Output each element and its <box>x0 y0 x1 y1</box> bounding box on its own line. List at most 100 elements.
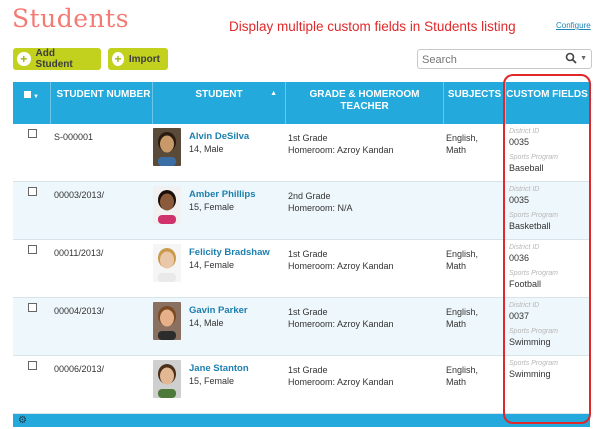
student-details: Felicity Bradshaw 14, Female <box>189 244 270 297</box>
student-photo[interactable] <box>153 186 181 224</box>
student-details: Alvin DeSilva 14, Male <box>189 128 249 181</box>
row-select-cell <box>13 182 51 239</box>
table-row[interactable]: 00006/2013/Jane Stanton 15, Female 1st Gra… <box>13 356 590 414</box>
custom-field-value: Basketball <box>509 221 551 231</box>
custom-field-label: District ID <box>509 302 540 309</box>
table-header: ▼ STUDENT NUMBER STUDENT ▲ GRADE & HOMER… <box>13 82 590 124</box>
subject-item: Math <box>446 145 467 155</box>
header-subjects[interactable]: SUBJECTS <box>444 82 506 124</box>
student-number: S-000001 <box>54 132 94 142</box>
student-photo[interactable] <box>153 360 181 398</box>
student-photo[interactable] <box>153 128 181 166</box>
select-all-checkbox[interactable] <box>24 91 32 98</box>
configure-link[interactable]: Configure <box>556 21 591 30</box>
student-number: 00011/2013/ <box>54 248 104 258</box>
subjects-cell: English, Math <box>444 240 506 297</box>
custom-field-label: Sports Program <box>509 154 559 161</box>
grade-text: 1st Grade <box>288 307 328 317</box>
add-student-label: Add Student <box>35 48 73 70</box>
search-input[interactable] <box>418 51 552 69</box>
subject-item: English, <box>446 307 479 317</box>
custom-field-value: Swimming <box>509 369 551 379</box>
custom-field-value: 0036 <box>509 253 530 263</box>
row-checkbox[interactable] <box>27 245 37 254</box>
row-select-cell <box>13 298 51 355</box>
search-box[interactable]: ▼ <box>417 49 592 69</box>
header-student-label: STUDENT <box>195 89 243 100</box>
page-title: Students <box>12 4 130 33</box>
search-dropdown-icon[interactable]: ▼ <box>580 55 587 62</box>
custom-field-label: Sports Program <box>509 328 559 335</box>
custom-field-label: Sports Program <box>509 270 559 277</box>
student-age-gender: 14, Male <box>189 144 224 154</box>
plus-icon: + <box>112 52 124 66</box>
homeroom-text: Homeroom: Azroy Kandan <box>288 319 394 329</box>
table-body: S-000001 Alvin DeSilva 14, Male 1st Grade Ho… <box>13 124 590 414</box>
student-name-link[interactable]: Felicity Bradshaw <box>189 247 270 258</box>
student-cell: Felicity Bradshaw 14, Female <box>153 240 286 297</box>
student-number: 00006/2013/ <box>54 364 105 374</box>
custom-field-value: Baseball <box>509 163 544 173</box>
row-checkbox[interactable] <box>27 187 37 196</box>
grade-cell: 1st Grade Homeroom: Azroy Kandan <box>286 240 444 297</box>
grade-text: 1st Grade <box>288 365 328 375</box>
subject-item: Math <box>446 261 467 271</box>
add-student-button[interactable]: + Add Student <box>13 48 101 70</box>
custom-fields-cell: District ID 0035 Sports Program Basketball <box>506 182 588 239</box>
student-age-gender: 15, Female <box>189 202 235 212</box>
search-icon[interactable] <box>565 52 577 64</box>
grade-text: 1st Grade <box>288 133 328 143</box>
student-cell: Jane Stanton 15, Female <box>153 356 286 413</box>
import-button[interactable]: + Import <box>108 48 168 70</box>
select-all-header[interactable]: ▼ <box>13 82 51 124</box>
table-row[interactable]: 00004/2013/Gavin Parker 14, Male 1st Grade… <box>13 298 590 356</box>
student-cell: Alvin DeSilva 14, Male <box>153 124 286 181</box>
custom-field-label: District ID <box>509 128 540 135</box>
student-age-gender: 15, Female <box>189 376 235 386</box>
grade-text: 2nd Grade <box>288 191 331 201</box>
select-menu-caret-icon[interactable]: ▼ <box>33 91 39 103</box>
custom-field-label: Sports Program <box>509 360 559 367</box>
table-row[interactable]: 00011/2013/Felicity Bradshaw 14, Female 1s… <box>13 240 590 298</box>
row-checkbox[interactable] <box>27 129 37 138</box>
sort-asc-icon[interactable]: ▲ <box>270 88 277 100</box>
custom-fields-cell: District ID 0036 Sports Program Football <box>506 240 588 297</box>
custom-field-value: 0037 <box>509 311 530 321</box>
row-checkbox[interactable] <box>27 303 37 312</box>
custom-field-value: 0035 <box>509 195 530 205</box>
plus-icon: + <box>17 52 31 66</box>
custom-field-label: Sports Program <box>509 212 559 219</box>
homeroom-text: Homeroom: Azroy Kandan <box>288 261 394 271</box>
subject-item: Math <box>446 319 467 329</box>
grade-text: 1st Grade <box>288 249 328 259</box>
grade-cell: 1st Grade Homeroom: Azroy Kandan <box>286 298 444 355</box>
custom-field-value: 0035 <box>509 137 530 147</box>
homeroom-text: Homeroom: Azroy Kandan <box>288 145 394 155</box>
subjects-cell <box>444 182 506 239</box>
gear-icon[interactable]: ⚙ <box>18 415 27 426</box>
header-student-number[interactable]: STUDENT NUMBER <box>51 82 153 124</box>
student-name-link[interactable]: Gavin Parker <box>189 305 248 316</box>
grade-cell: 2nd Grade Homeroom: N/A <box>286 182 444 239</box>
student-name-link[interactable]: Jane Stanton <box>189 363 249 374</box>
import-label: Import <box>128 53 160 65</box>
row-select-cell <box>13 124 51 181</box>
student-photo[interactable] <box>153 302 181 340</box>
row-select-cell <box>13 240 51 297</box>
student-number: 00004/2013/ <box>54 306 105 316</box>
header-student[interactable]: STUDENT ▲ <box>153 82 286 124</box>
student-details: Amber Phillips 15, Female <box>189 186 256 239</box>
student-photo[interactable] <box>153 244 181 282</box>
subject-item: English, <box>446 249 479 259</box>
student-name-link[interactable]: Alvin DeSilva <box>189 131 249 142</box>
student-cell: Amber Phillips 15, Female <box>153 182 286 239</box>
student-name-link[interactable]: Amber Phillips <box>189 189 256 200</box>
table-row[interactable]: S-000001 Alvin DeSilva 14, Male 1st Grade Ho… <box>13 124 590 182</box>
header-grade[interactable]: GRADE & HOMEROOM TEACHER <box>286 82 444 124</box>
custom-field-value: Swimming <box>509 337 551 347</box>
custom-field-label: District ID <box>509 244 540 251</box>
table-row[interactable]: 00003/2013/Amber Phillips 15, Female 2nd G… <box>13 182 590 240</box>
annotation-text: Display multiple custom fields in Studen… <box>229 19 516 34</box>
header-custom-fields[interactable]: CUSTOM FIELDS <box>506 82 588 124</box>
row-checkbox[interactable] <box>27 361 37 370</box>
